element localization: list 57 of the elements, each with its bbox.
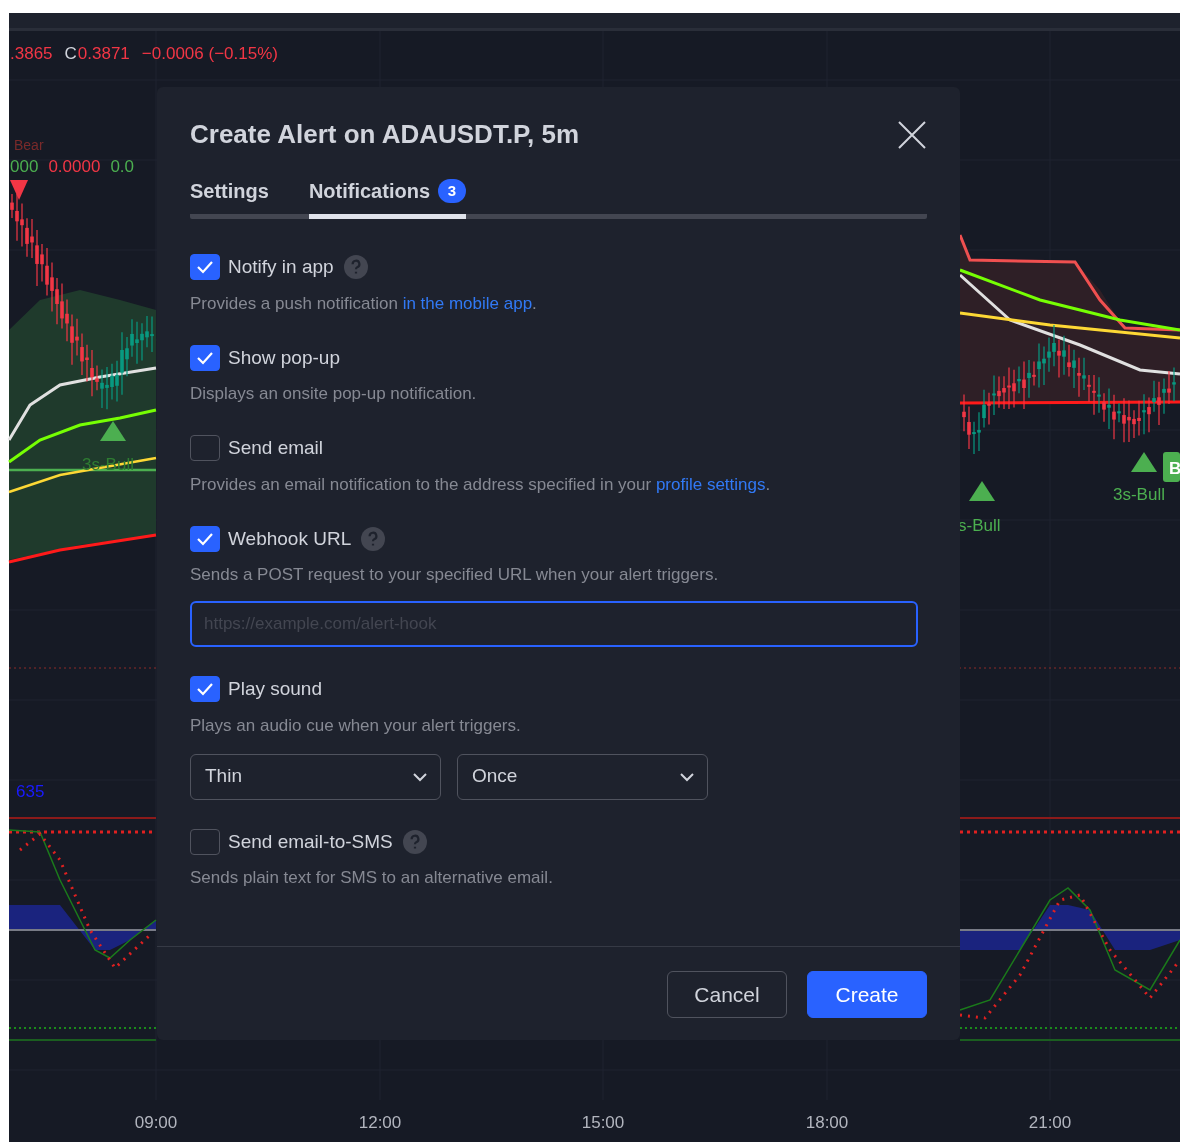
caret-icon	[679, 771, 695, 782]
tab[interactable]: Notifications 3	[308, 176, 467, 220]
option-description: Provides an email notification to the address specified in your profile settings.	[190, 473, 772, 496]
check-icon	[196, 350, 214, 365]
sound-dropdown[interactable]: Once	[457, 753, 708, 800]
option-label: Notify in app	[228, 255, 334, 280]
link[interactable]: in the mobile app	[402, 293, 533, 313]
time-axis-label: 21:00	[1028, 1113, 1072, 1132]
option-label: Webhook URL	[228, 526, 352, 551]
indicator-label: Bear	[14, 137, 44, 153]
legend-value: −0.0006 (−0.15%)	[141, 44, 278, 63]
dialog-title: Create Alert on ADAUSDT.P, 5m	[190, 119, 580, 151]
option-label: Send email	[228, 436, 324, 461]
up-triangle-icon	[1131, 452, 1157, 472]
check-icon	[196, 531, 214, 546]
cancel-button[interactable]: Cancel	[667, 971, 787, 1018]
indicator-value: 000	[10, 157, 39, 176]
check-icon	[196, 260, 214, 275]
time-axis-label: 09:00	[134, 1113, 178, 1132]
close-icon	[897, 119, 927, 150]
option-description: Sends a POST request to your specified URL when your alert triggers.	[190, 564, 720, 587]
option-description: Displays an onsite pop-up notification.	[190, 383, 478, 406]
caret-icon	[412, 771, 428, 782]
time-axis-label: 12:00	[358, 1113, 402, 1132]
sound-dropdown[interactable]: Thin	[190, 753, 441, 800]
tab[interactable]: Settings	[190, 176, 269, 220]
legend-value: 0.3871	[77, 44, 130, 63]
close-button[interactable]	[897, 119, 927, 150]
checkbox[interactable]	[190, 676, 220, 703]
option-description: Sends plain text for SMS to an alternative email.	[190, 867, 554, 890]
checkbox[interactable]	[190, 525, 220, 552]
oscillator-value: 635	[16, 782, 45, 801]
time-axis-label: 15:00	[581, 1113, 625, 1132]
down-triangle-icon	[10, 180, 28, 200]
option-label: Send email-to-SMS	[228, 829, 393, 854]
legend-label: C	[64, 44, 77, 63]
indicator-value: 0.0	[110, 157, 134, 176]
option-label: Play sound	[228, 677, 322, 702]
option-description: Plays an audio cue when your alert triggers.	[190, 714, 522, 737]
legend-value: .3865	[10, 44, 53, 63]
check-icon	[196, 682, 214, 697]
link[interactable]: profile settings	[655, 474, 766, 494]
signal-label: s-Bull	[958, 516, 1001, 535]
checkbox[interactable]	[190, 344, 220, 371]
time-axis-label: 18:00	[805, 1113, 849, 1132]
up-triangle-icon	[100, 421, 126, 441]
checkbox[interactable]	[190, 254, 220, 281]
checkbox[interactable]	[190, 828, 220, 855]
signal-label: 3s-Bull	[1113, 485, 1165, 504]
count-badge: 3	[438, 179, 467, 204]
create-button[interactable]: Create	[807, 971, 927, 1018]
up-triangle-icon	[969, 481, 995, 501]
option-label: Show pop-up	[228, 345, 340, 370]
signal-badge: B	[1163, 452, 1180, 482]
indicator-value: 0.0000	[48, 157, 101, 176]
checkbox[interactable]	[190, 435, 220, 462]
option-description: Provides a push notification in the mobile app.	[190, 292, 538, 315]
